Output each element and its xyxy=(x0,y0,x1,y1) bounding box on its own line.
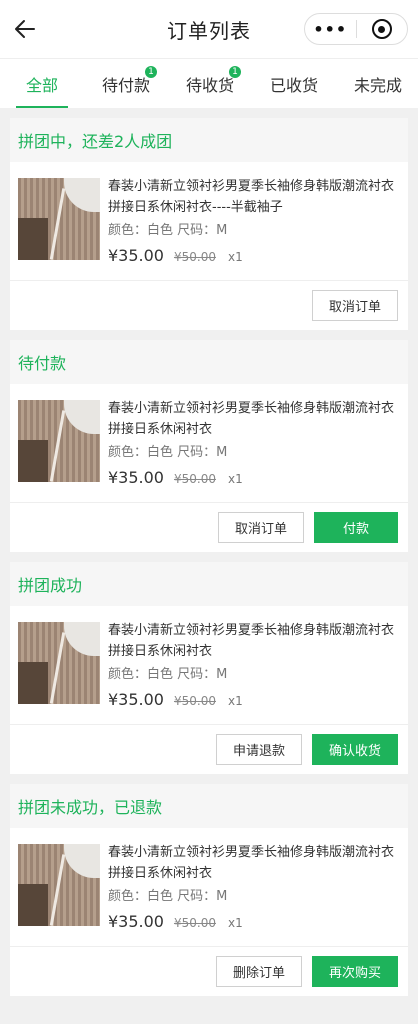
order-card: 拼团成功 春装小清新立领衬衫男夏季长袖修身韩版潮流衬衣拼接日系休闲衬衣 颜色：白… xyxy=(10,562,408,774)
request-refund-button[interactable]: 申请退款 xyxy=(215,734,302,765)
tab-badge: 1 xyxy=(145,66,157,78)
order-item[interactable]: 春装小清新立领衬衫男夏季长袖修身韩版潮流衬衣拼接日系休闲衬衣 颜色：白色 尺码：… xyxy=(10,384,408,502)
order-card: 待付款 春装小清新立领衬衫男夏季长袖修身韩版潮流衬衣拼接日系休闲衬衣 颜色：白色… xyxy=(10,340,408,552)
tab-label: 未完成 xyxy=(353,75,402,95)
order-actions: 取消订单 付款 xyxy=(10,502,408,552)
product-name: 春装小清新立领衬衫男夏季长袖修身韩版潮流衬衣拼接日系休闲衬衣 xyxy=(108,623,395,659)
product-spec: 颜色：白色 尺码：M xyxy=(108,223,228,238)
delete-order-button[interactable]: 删除订单 xyxy=(215,956,302,987)
original-price: ¥50.00 xyxy=(173,472,216,486)
order-tabs: 全部 待付款 1 待收货 1 已收货 未完成 xyxy=(0,58,418,108)
product-name: 春装小清新立领衬衫男夏季长袖修身韩版潮流衬衣拼接日系休闲衬衣----半截袖子 xyxy=(108,179,395,215)
confirm-receipt-button[interactable]: 确认收货 xyxy=(311,734,398,765)
tab-label: 全部 xyxy=(25,75,58,95)
tab-received[interactable]: 已收货 xyxy=(252,59,336,108)
cancel-order-button[interactable]: 取消订单 xyxy=(311,290,398,321)
order-actions: 取消订单 xyxy=(10,280,408,330)
mini-program-capsule: ••• xyxy=(304,13,408,45)
product-image xyxy=(18,844,100,926)
original-price: ¥50.00 xyxy=(173,694,216,708)
product-image xyxy=(18,400,100,482)
order-status: 拼团成功 xyxy=(10,562,408,606)
product-image xyxy=(18,178,100,260)
tab-unfinished[interactable]: 未完成 xyxy=(336,59,418,108)
product-image xyxy=(18,622,100,704)
product-price: ¥35.00 xyxy=(108,690,164,709)
order-card: 拼团未成功，已退款 春装小清新立领衬衫男夏季长袖修身韩版潮流衬衣拼接日系休闲衬衣… xyxy=(10,784,408,996)
order-status: 拼团未成功，已退款 xyxy=(10,784,408,828)
product-price: ¥35.00 xyxy=(108,468,164,487)
order-status: 拼团中，还差2人成团 xyxy=(10,118,408,162)
product-spec: 颜色：白色 尺码：M xyxy=(108,667,228,682)
product-price: ¥35.00 xyxy=(108,246,164,265)
tab-label: 待收货 xyxy=(185,75,234,95)
pay-button[interactable]: 付款 xyxy=(314,512,398,543)
tab-label: 待付款 xyxy=(101,75,150,95)
original-price: ¥50.00 xyxy=(173,250,216,264)
order-actions: 删除订单 再次购买 xyxy=(10,946,408,996)
order-actions: 申请退款 确认收货 xyxy=(10,724,408,774)
product-spec: 颜色：白色 尺码：M xyxy=(108,445,228,460)
nav-bar: 订单列表 ••• xyxy=(0,0,418,58)
tab-badge: 1 xyxy=(229,66,241,78)
order-card: 拼团中，还差2人成团 春装小清新立领衬衫男夏季长袖修身韩版潮流衬衣拼接日系休闲衬… xyxy=(10,118,408,330)
buy-again-button[interactable]: 再次购买 xyxy=(311,956,398,987)
target-icon[interactable] xyxy=(357,19,408,39)
order-item[interactable]: 春装小清新立领衬衫男夏季长袖修身韩版潮流衬衣拼接日系休闲衬衣 颜色：白色 尺码：… xyxy=(10,606,408,724)
more-dots-icon[interactable]: ••• xyxy=(305,20,356,39)
page-title: 订单列表 xyxy=(167,18,251,43)
quantity: x1 xyxy=(227,916,243,930)
quantity: x1 xyxy=(227,472,243,486)
product-name: 春装小清新立领衬衫男夏季长袖修身韩版潮流衬衣拼接日系休闲衬衣 xyxy=(108,845,395,881)
order-item[interactable]: 春装小清新立领衬衫男夏季长袖修身韩版潮流衬衣拼接日系休闲衬衣 颜色：白色 尺码：… xyxy=(10,828,408,946)
product-spec: 颜色：白色 尺码：M xyxy=(108,889,228,904)
tab-label: 已收货 xyxy=(269,75,318,95)
product-name: 春装小清新立领衬衫男夏季长袖修身韩版潮流衬衣拼接日系休闲衬衣 xyxy=(108,401,395,437)
order-item[interactable]: 春装小清新立领衬衫男夏季长袖修身韩版潮流衬衣拼接日系休闲衬衣----半截袖子 颜… xyxy=(10,162,408,280)
original-price: ¥50.00 xyxy=(173,916,216,930)
tab-pending-payment[interactable]: 待付款 1 xyxy=(84,59,168,108)
tab-all[interactable]: 全部 xyxy=(0,59,84,108)
cancel-order-button[interactable]: 取消订单 xyxy=(217,512,304,543)
tab-pending-receipt[interactable]: 待收货 1 xyxy=(168,59,252,108)
quantity: x1 xyxy=(227,250,243,264)
quantity: x1 xyxy=(227,694,243,708)
order-list: 拼团中，还差2人成团 春装小清新立领衬衫男夏季长袖修身韩版潮流衬衣拼接日系休闲衬… xyxy=(0,108,418,996)
product-price: ¥35.00 xyxy=(108,912,164,931)
order-status: 待付款 xyxy=(10,340,408,384)
back-arrow-icon[interactable] xyxy=(12,16,38,42)
